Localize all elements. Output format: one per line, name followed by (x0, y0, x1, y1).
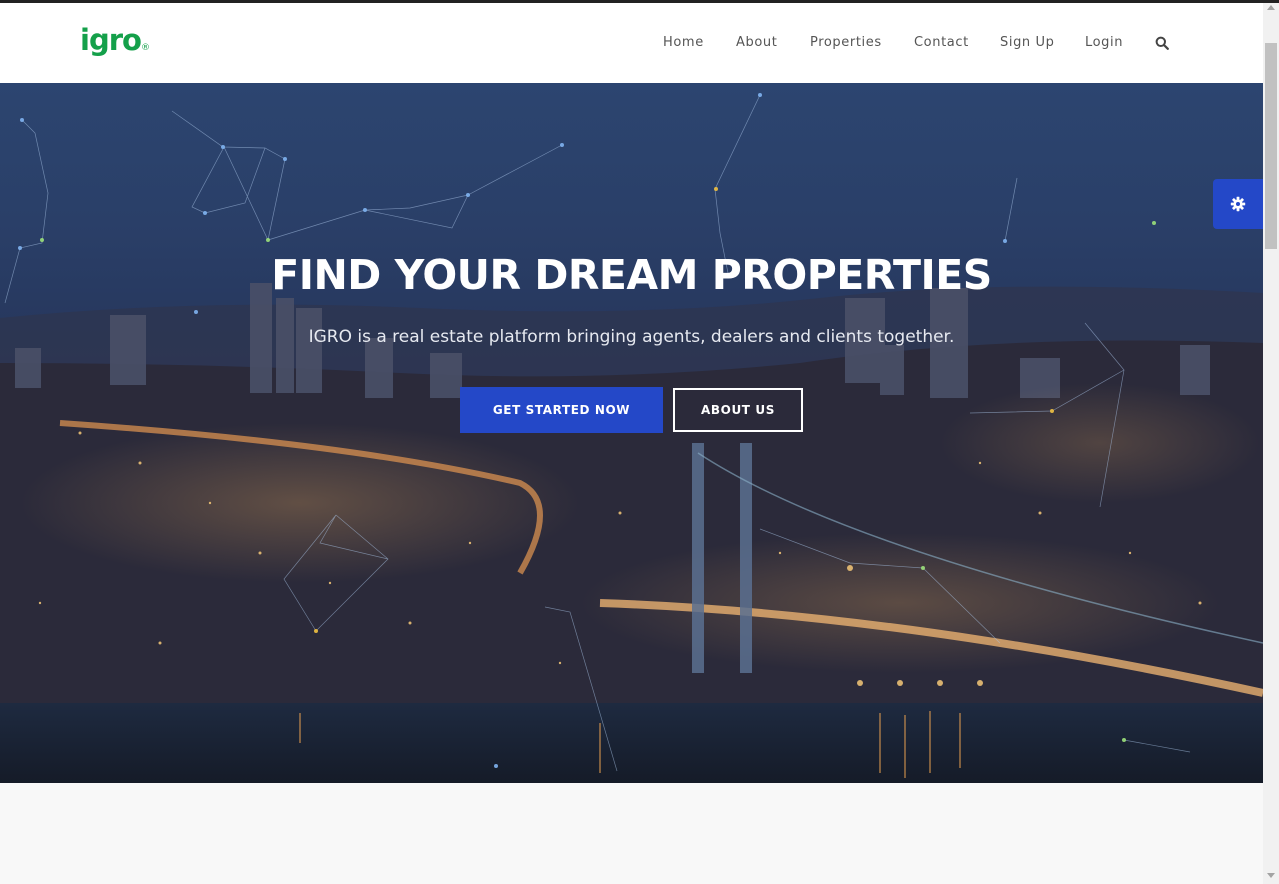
scroll-down-arrow-icon[interactable] (1267, 873, 1275, 878)
hero-background-image (0, 93, 1263, 783)
search-icon[interactable] (1155, 36, 1169, 50)
page-scrollbar[interactable] (1263, 3, 1279, 884)
nav-about[interactable]: About (736, 35, 777, 50)
site-header: igro® Home About Properties Contact Sign… (0, 3, 1263, 83)
next-section (0, 783, 1263, 884)
nav-sign-up[interactable]: Sign Up (1000, 35, 1054, 50)
hero-subtitle: IGRO is a real estate platform bringing … (308, 327, 955, 347)
about-us-button[interactable]: ABOUT US (673, 388, 803, 432)
nav-home[interactable]: Home (663, 35, 704, 50)
gear-icon (1230, 196, 1246, 212)
nav-login[interactable]: Login (1085, 35, 1123, 50)
scroll-thumb[interactable] (1265, 43, 1277, 249)
get-started-button[interactable]: GET STARTED NOW (460, 387, 663, 433)
scroll-up-arrow-icon[interactable] (1267, 5, 1275, 10)
settings-panel-toggle[interactable] (1213, 179, 1263, 229)
main-nav: Home About Properties Contact Sign Up Lo… (0, 35, 1263, 55)
nav-contact[interactable]: Contact (914, 35, 969, 50)
hero-section: FIND YOUR DREAM PROPERTIES IGRO is a rea… (0, 83, 1263, 783)
nav-properties[interactable]: Properties (810, 35, 882, 50)
hero-title: FIND YOUR DREAM PROPERTIES (271, 251, 992, 299)
